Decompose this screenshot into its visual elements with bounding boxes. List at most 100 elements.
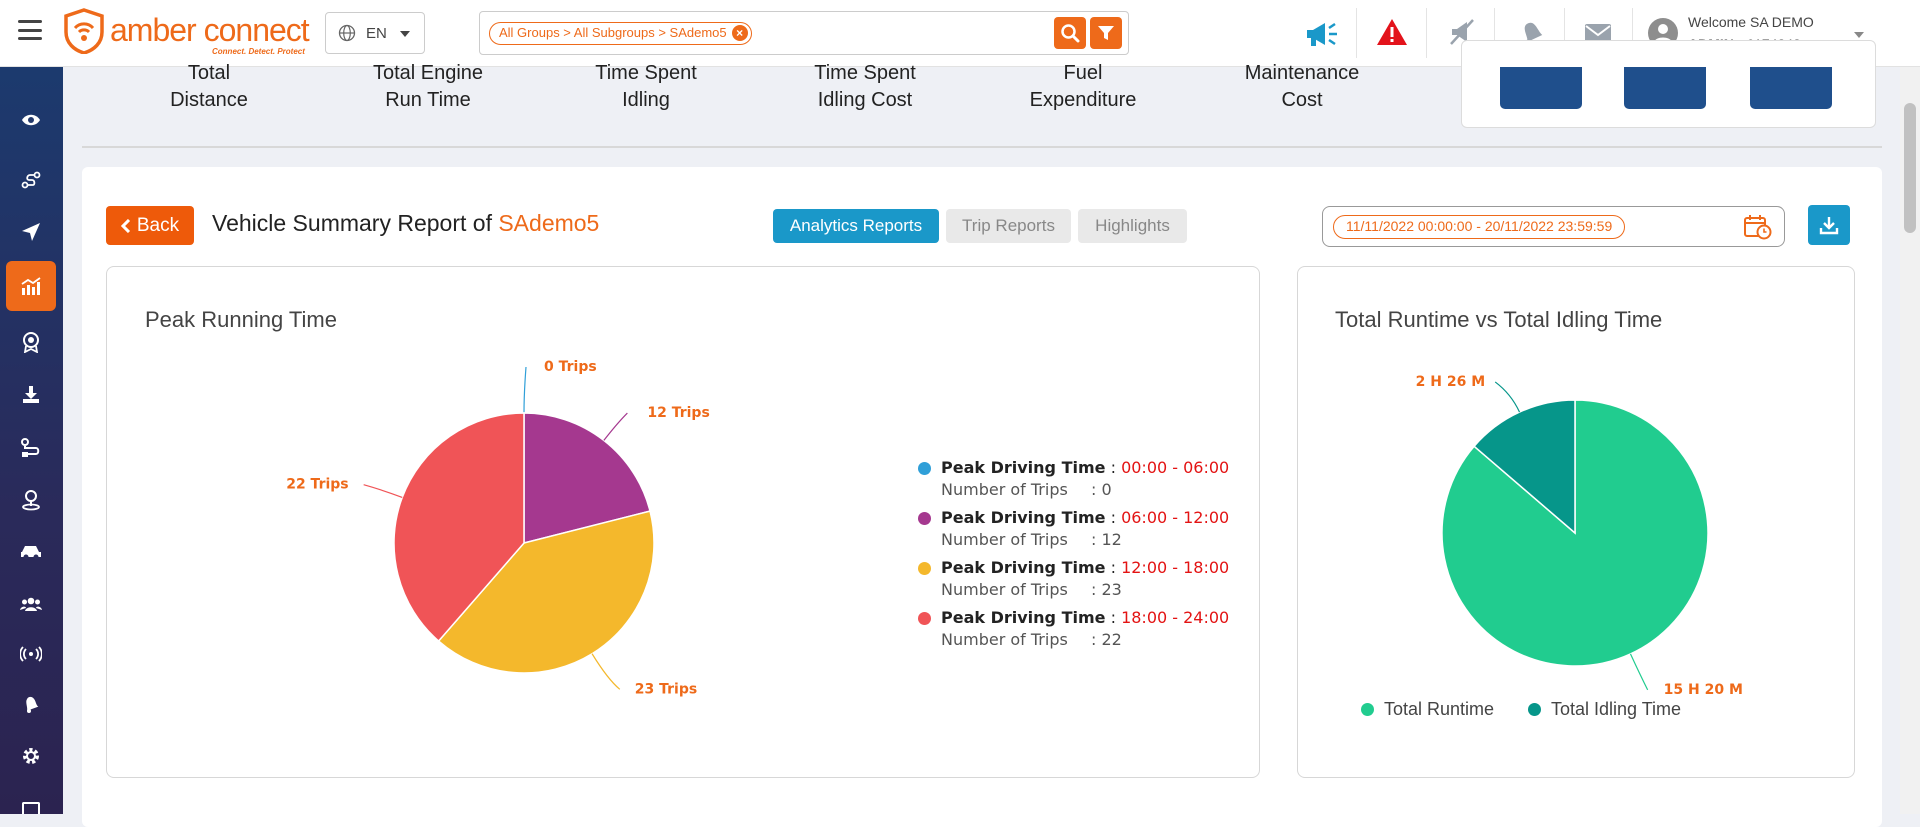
legend-sub-label: Number of Trips <box>941 580 1068 599</box>
page-scrollbar[interactable] <box>1900 67 1920 814</box>
legend-text: Peak Driving Time : 12:00 - 18:00 <box>941 558 1230 577</box>
legend-item-total-runtime[interactable]: Total Runtime <box>1361 699 1494 720</box>
language-selector[interactable]: EN <box>325 12 425 54</box>
broadcast-icon <box>20 646 42 662</box>
legend-subtext: Number of Trips: 12 <box>941 530 1122 549</box>
stat-label: Maintenance Cost <box>1244 62 1360 111</box>
slice-label: 2 H 26 M <box>1416 374 1486 390</box>
location-pin-icon <box>22 490 40 511</box>
eye-icon <box>22 114 40 126</box>
group-filter-search[interactable]: All Groups > All Subgroups > SAdemo5 × <box>479 11 1129 55</box>
legend-marker <box>918 512 931 525</box>
chevron-left-icon <box>120 218 130 233</box>
alert-icon[interactable] <box>1374 14 1410 50</box>
legend-trips: : 0 <box>1091 480 1112 499</box>
chevron-down-icon <box>400 31 410 37</box>
navigation-icon <box>22 223 40 241</box>
slice-label: 23 Trips <box>635 681 697 697</box>
stat-total-distance: Total Distance <box>119 60 299 114</box>
sidebar-item-settings[interactable] <box>6 731 56 781</box>
legend-trips: : 23 <box>1091 580 1122 599</box>
search-button[interactable] <box>1054 17 1086 49</box>
sidebar-item-rewards[interactable] <box>6 317 56 367</box>
legend-time: 06:00 - 12:00 <box>1121 508 1230 527</box>
sidebar-item-analytics[interactable] <box>6 261 56 311</box>
legend-item-total-idling-time[interactable]: Total Idling Time <box>1528 699 1681 720</box>
sidebar-item-trips[interactable] <box>6 423 56 473</box>
stat-label: Fuel Expenditure <box>1029 62 1137 111</box>
legend-label: Total Idling Time <box>1551 699 1682 719</box>
slice-label: 0 Trips <box>544 359 597 375</box>
sidebar-item-users[interactable] <box>6 579 56 629</box>
sidebar-item-navigation[interactable] <box>6 207 56 257</box>
legend-label: Total Runtime <box>1384 699 1495 719</box>
legend-subtext: Number of Trips : 22 <box>941 630 1122 649</box>
welcome-text: Welcome SA DEMO <box>1688 14 1814 30</box>
sidebar-item-vehicles[interactable] <box>6 527 56 577</box>
hamburger-menu-icon[interactable] <box>18 20 42 40</box>
scrollbar-thumb[interactable] <box>1904 103 1916 233</box>
tab-trip-reports[interactable]: Trip Reports <box>946 209 1071 243</box>
legend-sub-label: Number of Trips <box>941 530 1068 549</box>
sidebar-item-downloads[interactable] <box>6 369 56 419</box>
group-filter-chip[interactable]: All Groups > All Subgroups > SAdemo5 × <box>489 22 752 45</box>
legend-text: Peak Driving Time : 06:00 - 12:00 <box>941 508 1230 527</box>
legend-marker <box>1361 703 1374 716</box>
filter-button[interactable] <box>1090 17 1122 49</box>
stat-fuel-expenditure: Fuel Expenditure <box>993 60 1173 114</box>
legend-marker <box>918 612 931 625</box>
legend-label: Peak Driving Time <box>941 608 1106 627</box>
users-icon <box>20 597 42 611</box>
chart-title: Peak Running Time <box>145 307 337 332</box>
bell-icon <box>26 696 39 713</box>
peak-running-time-pie-chart: 0 Trips 12 Trips 23 Trips 22 Trips <box>286 359 710 697</box>
quick-action-tile[interactable] <box>1624 67 1706 109</box>
legend-marker <box>918 462 931 475</box>
quick-action-tile[interactable] <box>1750 67 1832 109</box>
logo-shield-icon <box>64 8 104 54</box>
divider <box>1426 8 1427 58</box>
sidebar-item-live-view[interactable] <box>6 95 56 145</box>
legend-label: Peak Driving Time <box>941 558 1106 577</box>
slice-label: 22 Trips <box>286 477 348 493</box>
quick-action-tile[interactable] <box>1500 67 1582 109</box>
slice-label: 15 H 20 M <box>1664 682 1743 698</box>
stat-label: Total Distance <box>170 62 248 111</box>
chevron-down-icon <box>1854 32 1864 38</box>
sidebar-item-routes[interactable] <box>6 155 56 205</box>
stat-label: Time Spent Idling <box>595 62 697 111</box>
announcement-icon[interactable] <box>1304 16 1340 52</box>
legend-trips: : 22 <box>1091 630 1122 649</box>
legend-time: 12:00 - 18:00 <box>1121 558 1230 577</box>
slice-label: 12 Trips <box>647 405 709 421</box>
amber-connect-logo[interactable]: amber connect Connect. Detect. Protect <box>62 8 312 56</box>
vehicle-name: SAdemo5 <box>498 210 600 236</box>
tab-highlights[interactable]: Highlights <box>1078 209 1187 243</box>
download-icon <box>23 386 39 403</box>
clear-filter-icon[interactable]: × <box>731 25 748 41</box>
back-button[interactable]: Back <box>106 206 194 245</box>
section-divider <box>82 146 1882 148</box>
sidebar-item-locations[interactable] <box>6 475 56 525</box>
download-report-button[interactable] <box>1808 205 1850 245</box>
legend-label: Peak Driving Time <box>941 508 1106 527</box>
runtime-vs-idling-pie-chart: 15 H 20 M 2 H 26 M <box>1416 374 1743 698</box>
stat-label: Total Engine Run Time <box>372 62 484 111</box>
stat-time-spent-idling-cost: Time Spent Idling Cost <box>775 60 955 114</box>
legend-sub-label: Number of Trips <box>941 630 1068 649</box>
trip-icon <box>21 438 40 457</box>
page-title: Vehicle Summary Report of SAdemo5 <box>212 210 599 237</box>
tab-analytics-reports[interactable]: Analytics Reports <box>773 209 939 243</box>
chart-title: Total Runtime vs Total Idling Time <box>1335 307 1663 332</box>
sidebar-more-icon[interactable] <box>22 802 40 814</box>
route-icon <box>21 171 41 189</box>
sidebar-item-alerts[interactable] <box>6 679 56 729</box>
date-range-picker[interactable]: 11/11/2022 00:00:00 - 20/11/2022 23:59:5… <box>1322 206 1785 247</box>
sidebar-item-broadcast[interactable] <box>6 629 56 679</box>
logo-text: amber connect <box>110 12 310 48</box>
settings-icon <box>23 748 39 764</box>
quick-actions-card <box>1461 40 1876 128</box>
date-range-value: 11/11/2022 00:00:00 - 20/11/2022 23:59:5… <box>1333 215 1626 239</box>
divider <box>1356 8 1357 58</box>
slice-leader-line <box>523 366 527 414</box>
